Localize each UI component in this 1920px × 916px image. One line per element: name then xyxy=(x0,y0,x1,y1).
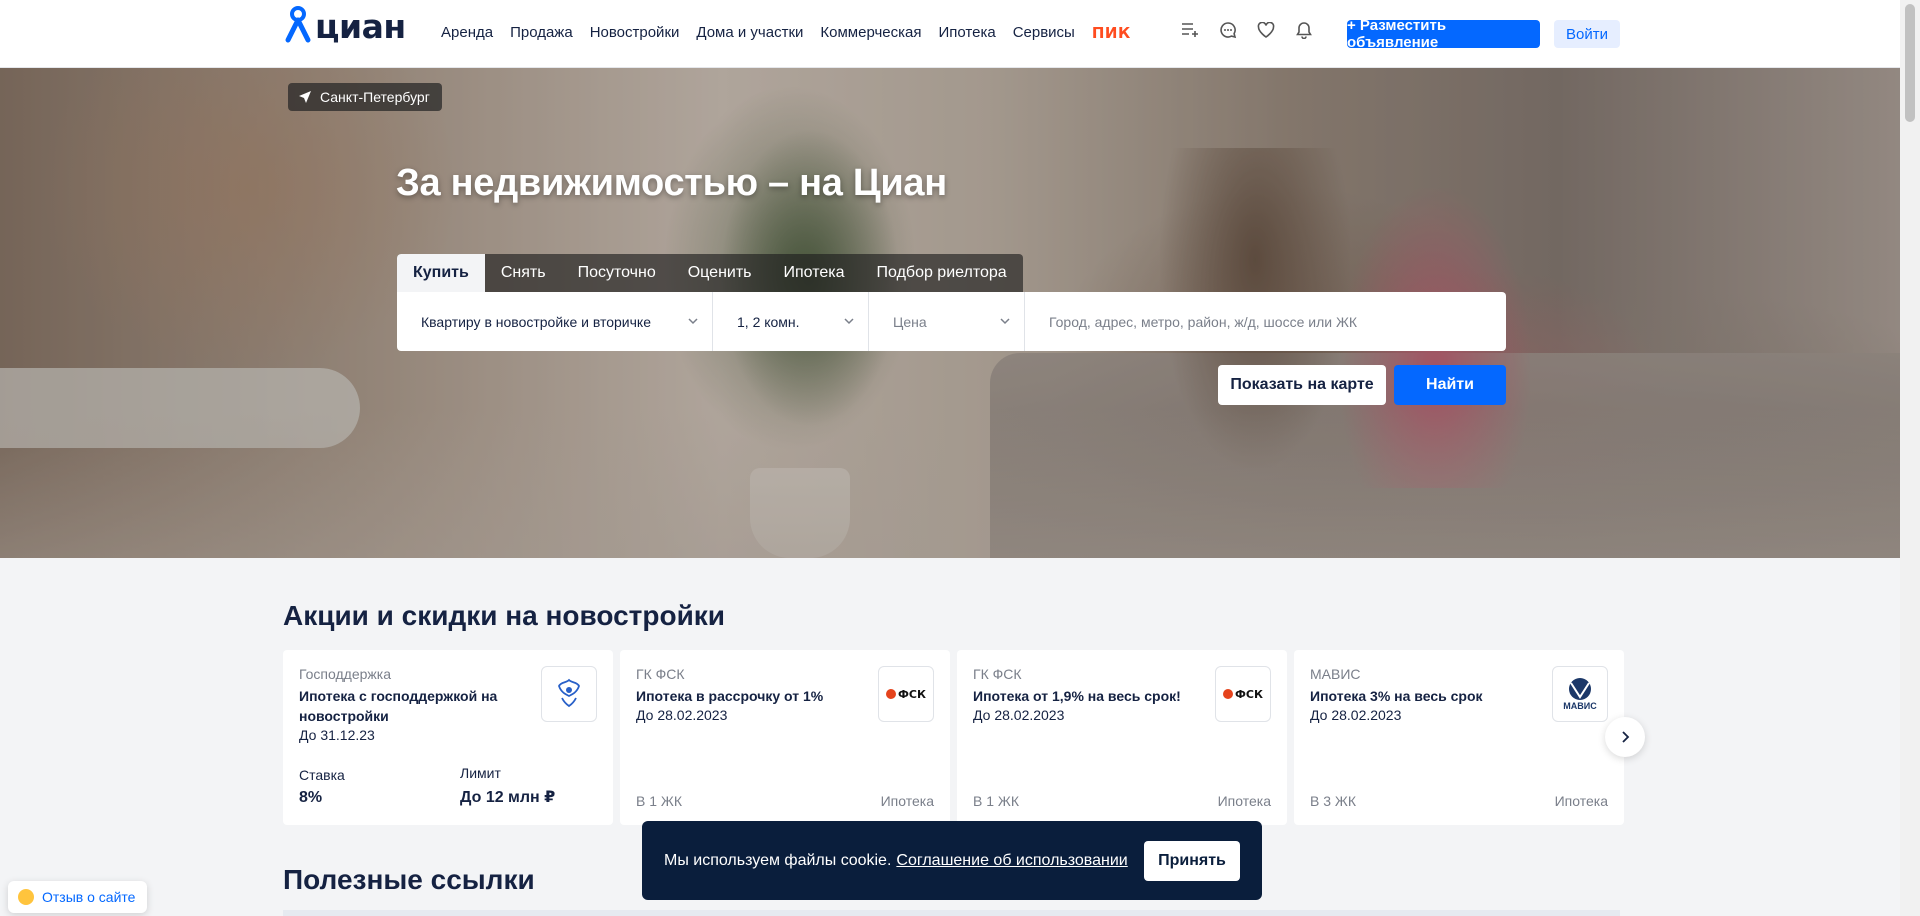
login-button[interactable]: Войти xyxy=(1554,20,1620,48)
main-nav: Аренда Продажа Новостройки Дома и участк… xyxy=(441,24,1148,42)
feedback-label: Отзыв о сайте xyxy=(42,889,136,905)
property-type-value: Квартиру в новостройке и вторичке xyxy=(421,313,651,330)
rooms-value: 1, 2 комн. xyxy=(737,313,800,330)
post-ad-button[interactable]: + Разместить объявление xyxy=(1347,17,1540,51)
chevron-right-icon xyxy=(1622,731,1630,743)
deal-type-tabs: Купить Снять Посуточно Оценить Ипотека П… xyxy=(397,254,1023,292)
cookie-accept-button[interactable]: Принять xyxy=(1144,841,1240,881)
rooms-select[interactable]: 1, 2 комн. xyxy=(713,292,869,351)
card-category: Ипотека xyxy=(1554,793,1608,809)
mavis-logo: МАВИС xyxy=(1552,666,1608,722)
card-stat-limit: Лимит До 12 млн ₽ xyxy=(460,765,555,807)
heart-icon[interactable] xyxy=(1256,20,1276,40)
feedback-button[interactable]: Отзыв о сайте xyxy=(8,881,148,913)
nav-pik[interactable]: ПИК xyxy=(1092,24,1131,42)
chat-icon[interactable] xyxy=(1218,20,1238,40)
tab-realtor[interactable]: Подбор риелтора xyxy=(861,254,1023,292)
card-category: Ипотека xyxy=(1217,793,1271,809)
nav-new-buildings[interactable]: Новостройки xyxy=(590,24,680,42)
card-headline: Ипотека 3% на весь срок xyxy=(1310,688,1483,704)
logo-text: циан xyxy=(315,6,406,46)
scrollbar-thumb[interactable] xyxy=(1905,4,1915,122)
promo-cards: Господдержка Ипотека с господдержкой на … xyxy=(283,650,1624,825)
cookie-agreement-link[interactable]: Соглашение об использовании xyxy=(896,852,1127,870)
card-complex-count: В 1 ЖК xyxy=(636,793,682,809)
fsk-logo: ФСК xyxy=(1215,666,1271,722)
promo-card[interactable]: Господдержка Ипотека с господдержкой на … xyxy=(283,650,613,825)
fsk-logo-text: ФСК xyxy=(1235,687,1263,701)
show-on-map-button[interactable]: Показать на карте xyxy=(1218,365,1386,405)
card-headline: Ипотека от 1,9% на весь срок! xyxy=(973,688,1181,704)
promo-card[interactable]: МАВИС Ипотека 3% на весь срок До 28.02.2… xyxy=(1294,650,1624,825)
location-search-input[interactable] xyxy=(1025,292,1506,351)
stat-value: До 12 млн ₽ xyxy=(460,789,556,806)
site-header: циан Аренда Продажа Новостройки Дома и у… xyxy=(0,0,1900,68)
card-stat-rate: Ставка 8% xyxy=(299,767,345,807)
card-headline: Ипотека в рассрочку от 1% xyxy=(636,688,824,704)
chevron-down-icon xyxy=(688,318,698,325)
page-scrollbar[interactable] xyxy=(1900,0,1920,916)
card-complex-count: В 3 ЖК xyxy=(1310,793,1356,809)
stat-label: Лимит xyxy=(460,765,501,781)
tab-daily[interactable]: Посуточно xyxy=(562,254,672,292)
logo-pin-icon xyxy=(285,6,311,43)
nav-rent[interactable]: Аренда xyxy=(441,24,493,42)
find-button[interactable]: Найти xyxy=(1394,365,1506,405)
nav-houses[interactable]: Дома и участки xyxy=(696,24,803,42)
gov-emblem-icon xyxy=(541,666,597,722)
card-date: До 31.12.23 xyxy=(299,727,375,743)
cookie-text: Мы используем файлы cookie. xyxy=(664,851,892,869)
price-value: Цена xyxy=(893,313,927,330)
promo-card[interactable]: ГК ФСК Ипотека в рассрочку от 1% До 28.0… xyxy=(620,650,950,825)
useful-links-title: Полезные ссылки xyxy=(283,864,535,895)
cookie-banner: Мы используем файлы cookie. Соглашение о… xyxy=(642,821,1262,900)
chevron-down-icon xyxy=(1000,318,1010,325)
stat-label: Ставка xyxy=(299,767,345,783)
location-arrow-icon xyxy=(299,91,311,103)
hero-section: Санкт-Петербург За недвижимостью – на Ци… xyxy=(0,68,1900,558)
fsk-logo-text: ФСК xyxy=(898,687,926,701)
card-headline: Ипотека с господдержкой на новостройки xyxy=(299,688,498,724)
tab-buy[interactable]: Купить xyxy=(397,254,485,292)
tab-evaluate[interactable]: Оценить xyxy=(672,254,768,292)
nav-commercial[interactable]: Коммерческая xyxy=(820,24,921,42)
header-icons xyxy=(1180,20,1314,40)
hero-title: За недвижимостью – на Циан xyxy=(396,162,947,204)
nav-mortgage[interactable]: Ипотека xyxy=(938,24,995,42)
promo-card[interactable]: ГК ФСК Ипотека от 1,9% на весь срок! До … xyxy=(957,650,1287,825)
compare-list-icon[interactable] xyxy=(1180,20,1200,40)
nav-services[interactable]: Сервисы xyxy=(1013,24,1075,42)
bell-icon[interactable] xyxy=(1294,20,1314,40)
carousel-next-button[interactable] xyxy=(1605,717,1645,757)
chevron-down-icon xyxy=(844,318,854,325)
city-name: Санкт-Петербург xyxy=(320,89,430,105)
nav-sale[interactable]: Продажа xyxy=(510,24,573,42)
card-category: Ипотека xyxy=(880,793,934,809)
promos-title: Акции и скидки на новостройки xyxy=(283,600,726,631)
cian-logo[interactable]: циан xyxy=(283,6,406,46)
stat-value: 8% xyxy=(299,789,323,806)
city-selector[interactable]: Санкт-Петербург xyxy=(288,83,442,111)
useful-links-strip xyxy=(283,910,1620,916)
tab-mortgage[interactable]: Ипотека xyxy=(768,254,861,292)
tab-rent[interactable]: Снять xyxy=(485,254,562,292)
price-select[interactable]: Цена xyxy=(869,292,1025,351)
search-bar: Квартиру в новостройке и вторичке 1, 2 к… xyxy=(397,292,1506,351)
mavis-mark-icon xyxy=(1569,678,1591,700)
fsk-logo: ФСК xyxy=(878,666,934,722)
property-type-select[interactable]: Квартиру в новостройке и вторичке xyxy=(397,292,713,351)
card-complex-count: В 1 ЖК xyxy=(973,793,1019,809)
mavis-logo-text: МАВИС xyxy=(1563,701,1597,711)
smile-icon xyxy=(18,889,34,905)
